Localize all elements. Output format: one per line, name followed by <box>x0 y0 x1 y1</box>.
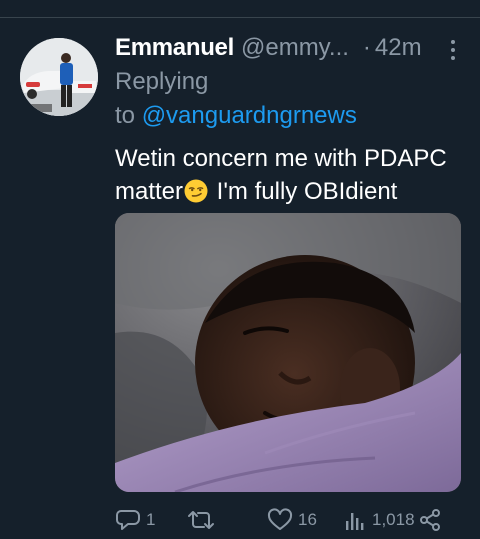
avatar[interactable] <box>20 38 98 116</box>
replying-to: to @vanguardngrnews <box>115 102 357 130</box>
like-count: 16 <box>298 510 317 529</box>
retweet-action[interactable] <box>187 508 220 532</box>
tweet-page: Emmanuel @emmy... · 42m Replying to @van… <box>0 0 480 539</box>
reply-icon[interactable] <box>115 508 141 532</box>
heart-icon[interactable] <box>267 508 293 532</box>
share-icon[interactable] <box>418 508 442 532</box>
reply-action[interactable]: 1 <box>115 508 155 532</box>
tweet-header: Emmanuel @emmy... · 42m <box>115 34 460 64</box>
tweet-actions: 1 16 1,018 <box>115 508 445 534</box>
like-action[interactable]: 16 <box>267 508 317 532</box>
tweet-text-line2-end: I'm fully OBIdient <box>210 178 398 205</box>
reply-to-handle[interactable]: @vanguardngrnews <box>142 102 357 129</box>
tweet-text-line1: Wetin concern me with PDAPC <box>115 145 447 172</box>
views-icon[interactable] <box>343 508 367 532</box>
replying-label: Replying <box>115 68 209 95</box>
tweet-image[interactable] <box>115 213 461 492</box>
reply-count: 1 <box>146 510 156 529</box>
tweet-text-line2: matter I'm fully OBIdient <box>115 175 465 208</box>
views-action[interactable]: 1,018 <box>343 508 415 532</box>
more-vertical-icon[interactable] <box>450 40 456 62</box>
views-count: 1,018 <box>372 510 415 529</box>
tweet-text-line2-start: matter <box>115 178 184 205</box>
share-action[interactable] <box>418 508 442 532</box>
tweet-time[interactable]: 42m <box>375 34 422 62</box>
replying-to-prefix: to <box>115 102 136 129</box>
retweet-icon[interactable] <box>187 508 215 532</box>
author-name[interactable]: Emmanuel <box>115 34 234 62</box>
top-divider <box>0 17 480 18</box>
separator-dot: · <box>362 34 371 61</box>
tweet-text: Wetin concern me with PDAPC matter I'm f… <box>115 142 465 208</box>
smirking-face-icon <box>184 179 208 203</box>
author-handle[interactable]: @emmy... <box>241 34 349 62</box>
